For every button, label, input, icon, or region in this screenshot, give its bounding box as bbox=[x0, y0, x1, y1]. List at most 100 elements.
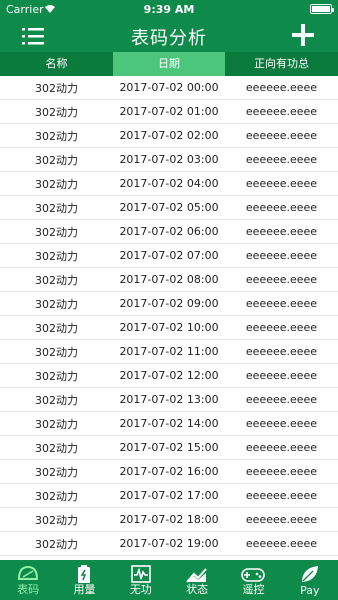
table-row[interactable]: 302动力 2017-07-02 15:00 eeeeee.eeee bbox=[0, 436, 338, 460]
clock: 9:39 AM bbox=[143, 3, 195, 16]
cell-value: eeeeee.eeee bbox=[245, 201, 318, 214]
table-row[interactable]: 302动力 2017-07-02 19:00 eeeeee.eeee bbox=[0, 532, 338, 556]
cell-value: eeeeee.eeee bbox=[245, 273, 318, 286]
table-row[interactable]: 302动力 2017-07-02 05:00 eeeeee.eeee bbox=[0, 196, 338, 220]
cell-name: 302动力 bbox=[35, 321, 78, 335]
cell-value: eeeeee.eeee bbox=[245, 225, 318, 238]
cell-value: eeeeee.eeee bbox=[245, 177, 318, 190]
tab-label: 状态 bbox=[186, 583, 209, 596]
cell-name: 302动力 bbox=[35, 513, 78, 527]
tab-usage[interactable]: 用量 bbox=[56, 560, 112, 600]
cell-name: 302动力 bbox=[35, 225, 78, 239]
tab-bar: 表码 用量 无功 状态 遥控 Pay bbox=[0, 560, 338, 600]
cell-date: 2017-07-02 17:00 bbox=[119, 489, 219, 502]
tab-remote-control[interactable]: 遥控 bbox=[225, 560, 281, 600]
cell-value: eeeeee.eeee bbox=[245, 153, 318, 166]
cell-date: 2017-07-02 10:00 bbox=[119, 321, 219, 334]
table-row[interactable]: 302动力 2017-07-02 16:00 eeeeee.eeee bbox=[0, 460, 338, 484]
cell-value: eeeeee.eeee bbox=[245, 489, 318, 502]
data-table[interactable]: 302动力 2017-07-02 00:00 eeeeee.eeee 302动力 201… bbox=[0, 76, 338, 560]
table-row[interactable]: 302动力 2017-07-02 01:00 eeeeee.eeee bbox=[0, 100, 338, 124]
tab-label: 遥控 bbox=[242, 583, 265, 596]
cell-name: 302动力 bbox=[35, 393, 78, 407]
table-row[interactable]: 302动力 2017-07-02 12:00 eeeeee.eeee bbox=[0, 364, 338, 388]
cell-name: 302动力 bbox=[35, 273, 78, 287]
table-row[interactable]: 302动力 2017-07-02 14:00 eeeeee.eeee bbox=[0, 412, 338, 436]
cell-name: 302动力 bbox=[35, 465, 78, 479]
cell-name: 302动力 bbox=[35, 249, 78, 263]
cell-value: eeeeee.eeee bbox=[245, 249, 318, 262]
table-row[interactable]: 302动力 2017-07-02 02:00 eeeeee.eeee bbox=[0, 124, 338, 148]
cell-date: 2017-07-02 06:00 bbox=[119, 225, 219, 238]
battery-icon bbox=[310, 4, 334, 14]
tab-status[interactable]: 状态 bbox=[169, 560, 225, 600]
cell-value: eeeeee.eeee bbox=[245, 465, 318, 478]
tab-label: 用量 bbox=[73, 583, 96, 596]
column-forward-active-total[interactable]: 正向有功总 bbox=[225, 52, 338, 76]
cell-value: eeeeee.eeee bbox=[245, 393, 318, 406]
cell-value: eeeeee.eeee bbox=[245, 129, 318, 142]
table-row[interactable]: 302动力 2017-07-02 09:00 eeeeee.eeee bbox=[0, 292, 338, 316]
cell-value: eeeeee.eeee bbox=[245, 537, 318, 550]
column-header: 名称 日期 正向有功总 bbox=[0, 52, 338, 76]
table-row[interactable]: 302动力 2017-07-02 11:00 eeeeee.eeee bbox=[0, 340, 338, 364]
cell-date: 2017-07-02 12:00 bbox=[119, 369, 219, 382]
table-row[interactable]: 302动力 2017-07-02 17:00 eeeeee.eeee bbox=[0, 484, 338, 508]
cell-date: 2017-07-02 19:00 bbox=[119, 537, 219, 550]
add-icon[interactable] bbox=[292, 24, 314, 46]
status-bar: Carrier 9:39 AM bbox=[0, 0, 338, 20]
table-row[interactable]: 302动力 2017-07-02 04:00 eeeeee.eeee bbox=[0, 172, 338, 196]
cell-date: 2017-07-02 01:00 bbox=[119, 105, 219, 118]
cell-date: 2017-07-02 14:00 bbox=[119, 417, 219, 430]
cell-value: eeeeee.eeee bbox=[245, 513, 318, 526]
cell-name: 302动力 bbox=[35, 297, 78, 311]
cell-date: 2017-07-02 09:00 bbox=[119, 297, 219, 310]
cell-value: eeeeee.eeee bbox=[245, 297, 318, 310]
cell-name: 302动力 bbox=[35, 417, 78, 431]
cell-date: 2017-07-02 15:00 bbox=[119, 441, 219, 454]
table-row[interactable]: 302动力 2017-07-02 06:00 eeeeee.eeee bbox=[0, 220, 338, 244]
cell-date: 2017-07-02 02:00 bbox=[119, 129, 219, 142]
cell-value: eeeeee.eeee bbox=[245, 321, 318, 334]
cell-name: 302动力 bbox=[35, 345, 78, 359]
tab-label: Pay bbox=[300, 584, 320, 597]
table-row[interactable]: 302动力 2017-07-02 13:00 eeeeee.eeee bbox=[0, 388, 338, 412]
leaf-icon bbox=[301, 566, 318, 582]
cell-value: eeeeee.eeee bbox=[245, 81, 318, 94]
cell-date: 2017-07-02 00:00 bbox=[119, 81, 219, 94]
cell-value: eeeeee.eeee bbox=[245, 441, 318, 454]
cell-value: eeeeee.eeee bbox=[245, 417, 318, 430]
tab-meter-reading[interactable]: 表码 bbox=[0, 560, 56, 600]
column-name[interactable]: 名称 bbox=[0, 52, 113, 76]
tab-label: 表码 bbox=[17, 583, 40, 596]
table-row[interactable]: 302动力 2017-07-02 00:00 eeeeee.eeee bbox=[0, 76, 338, 100]
column-date[interactable]: 日期 bbox=[113, 52, 225, 76]
cell-name: 302动力 bbox=[35, 177, 78, 191]
cell-value: eeeeee.eeee bbox=[245, 369, 318, 382]
table-row[interactable]: 302动力 2017-07-02 03:00 eeeeee.eeee bbox=[0, 148, 338, 172]
cell-name: 302动力 bbox=[35, 81, 78, 95]
navigation-bar: 表码分析 bbox=[0, 20, 338, 52]
cell-date: 2017-07-02 03:00 bbox=[119, 153, 219, 166]
cell-date: 2017-07-02 05:00 bbox=[119, 201, 219, 214]
tab-pay[interactable]: Pay bbox=[282, 560, 338, 600]
tab-reactive[interactable]: 无功 bbox=[113, 560, 169, 600]
table-row[interactable]: 302动力 2017-07-02 08:00 eeeeee.eeee bbox=[0, 268, 338, 292]
table-row[interactable]: 302动力 2017-07-02 10:00 eeeeee.eeee bbox=[0, 316, 338, 340]
cell-date: 2017-07-02 08:00 bbox=[119, 273, 219, 286]
cell-name: 302动力 bbox=[35, 537, 78, 551]
cell-value: eeeeee.eeee bbox=[245, 345, 318, 358]
cell-name: 302动力 bbox=[35, 129, 78, 143]
cell-date: 2017-07-02 18:00 bbox=[119, 513, 219, 526]
cell-name: 302动力 bbox=[35, 201, 78, 215]
cell-value: eeeeee.eeee bbox=[245, 105, 318, 118]
cell-date: 2017-07-02 16:00 bbox=[119, 465, 219, 478]
cell-name: 302动力 bbox=[35, 489, 78, 503]
cell-name: 302动力 bbox=[35, 369, 78, 383]
tab-label: 无功 bbox=[129, 583, 152, 596]
cell-date: 2017-07-02 07:00 bbox=[119, 249, 219, 262]
page-title: 表码分析 bbox=[131, 28, 207, 49]
table-row[interactable]: 302动力 2017-07-02 18:00 eeeeee.eeee bbox=[0, 508, 338, 532]
table-row[interactable]: 302动力 2017-07-02 07:00 eeeeee.eeee bbox=[0, 244, 338, 268]
cell-name: 302动力 bbox=[35, 441, 78, 455]
